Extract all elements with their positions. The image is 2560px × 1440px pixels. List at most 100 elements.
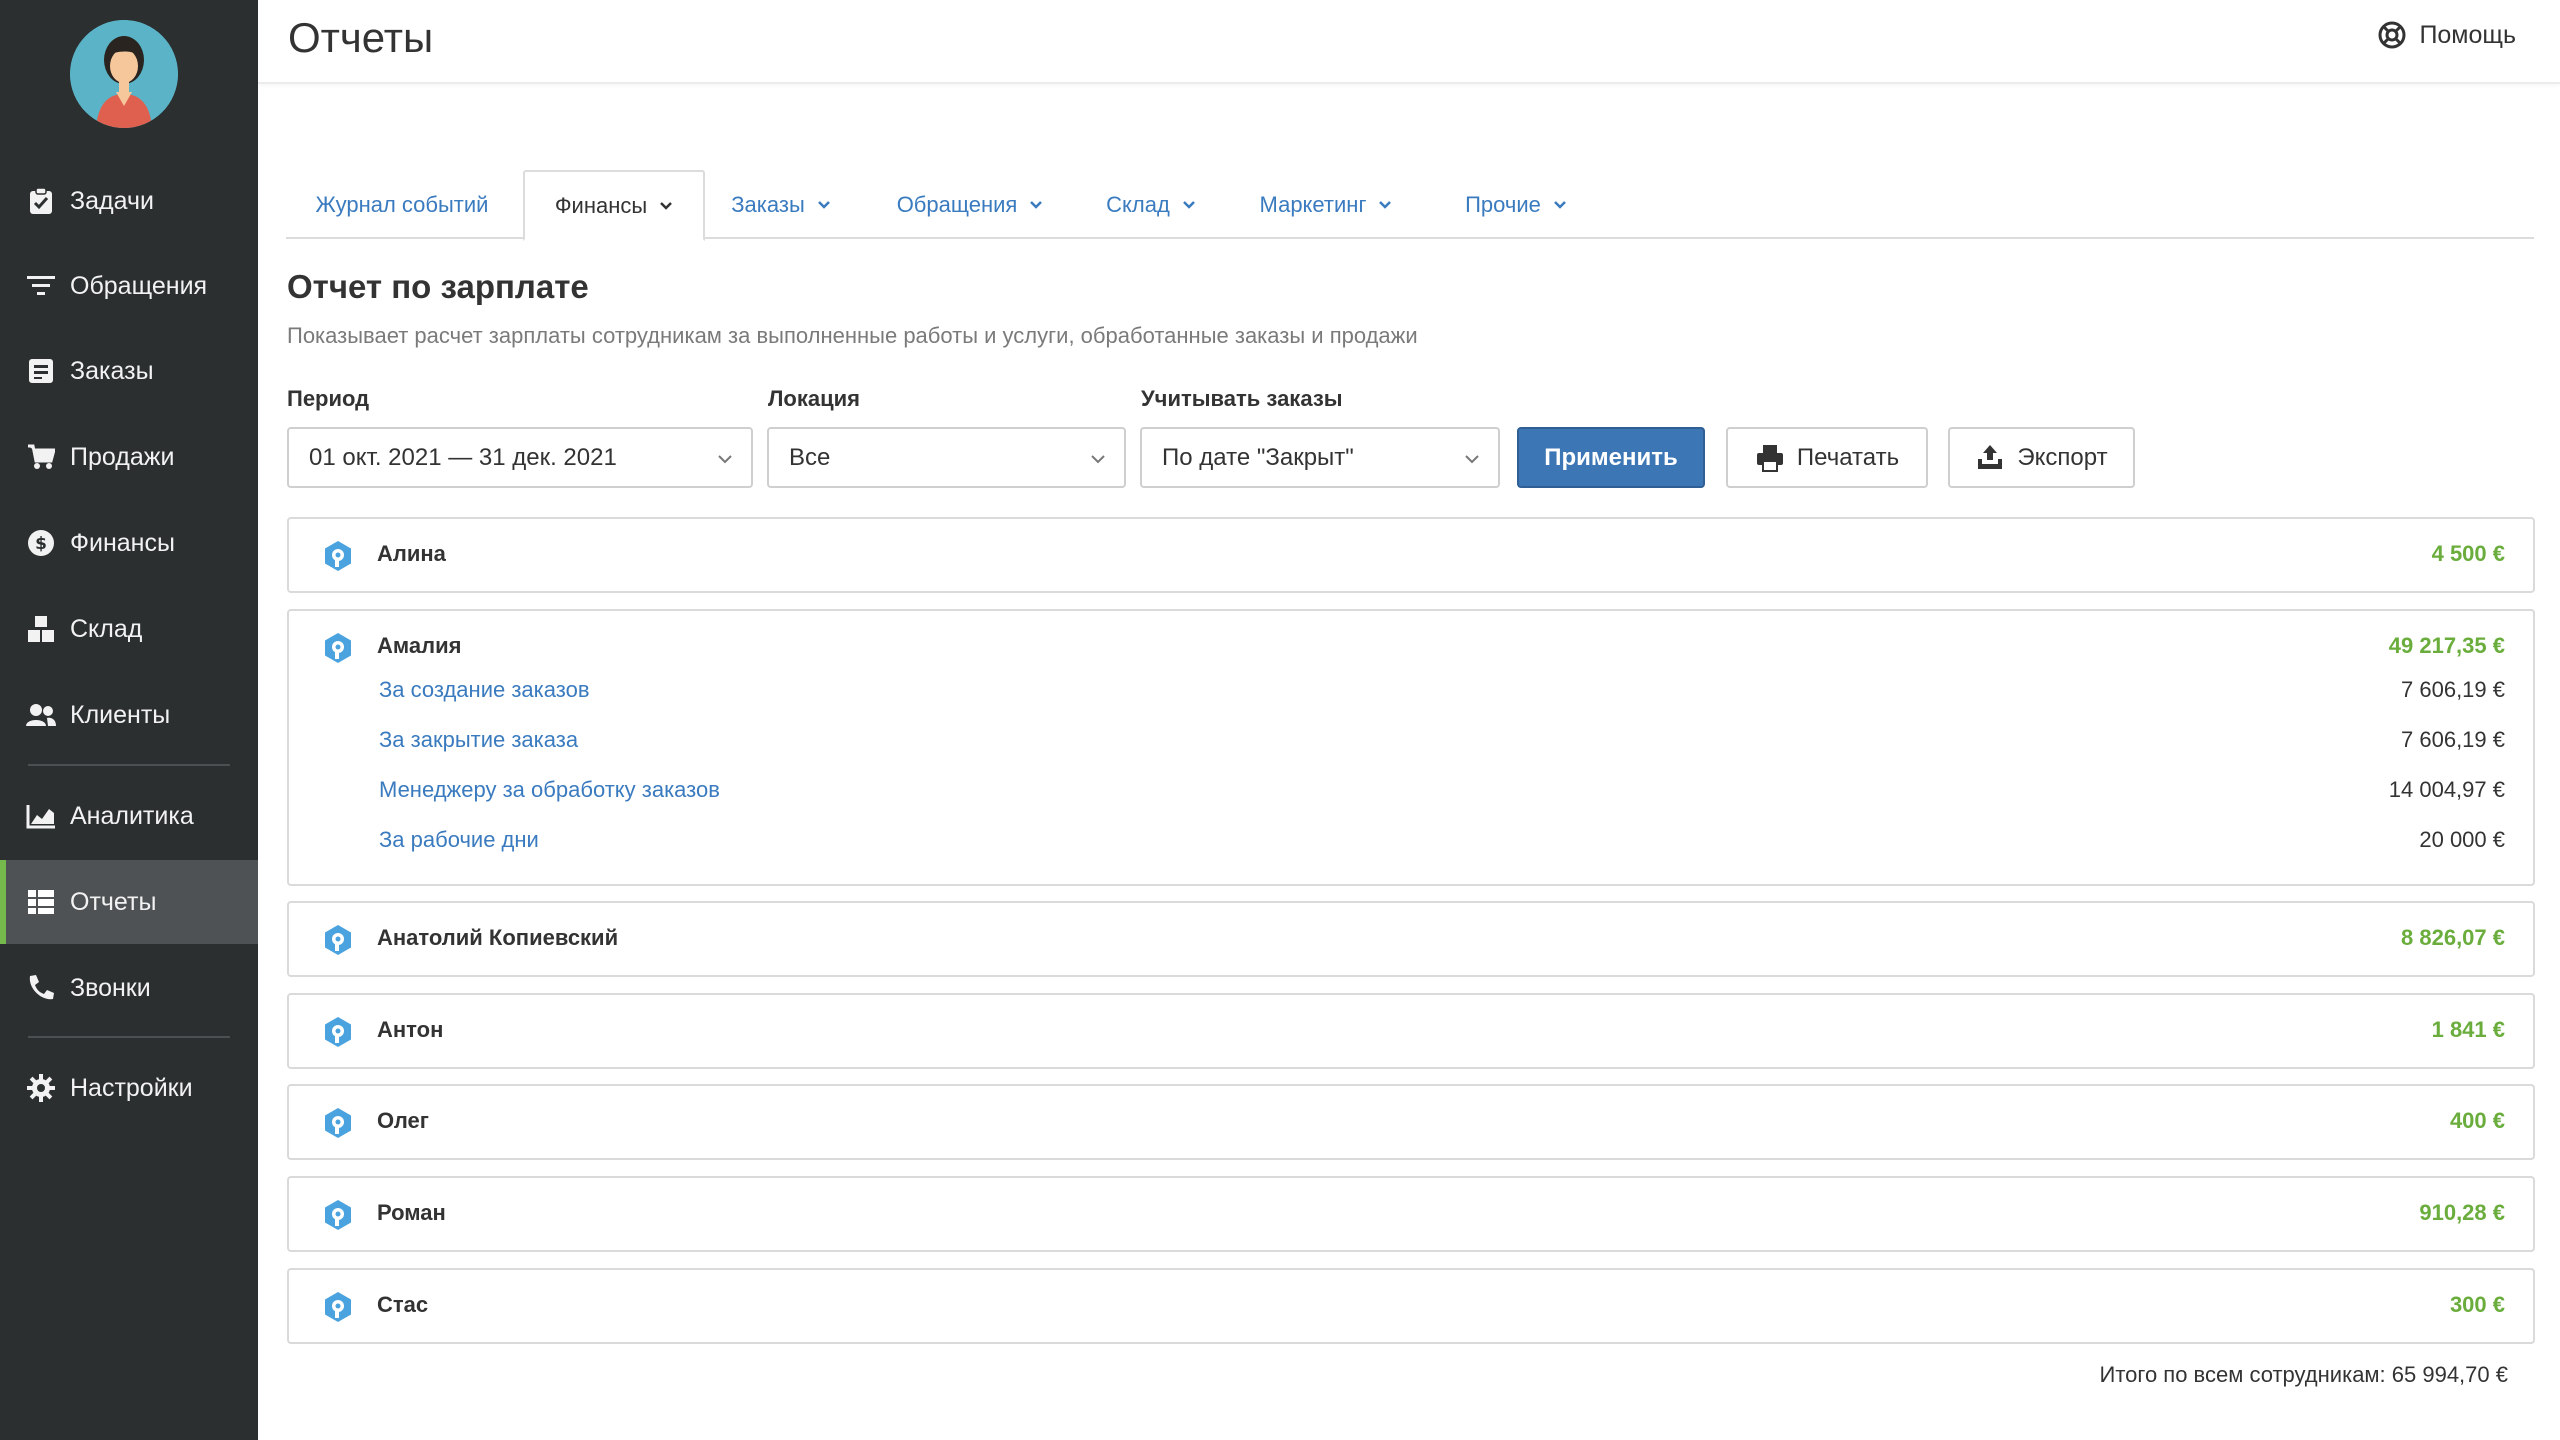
tab-warehouse[interactable]: Склад	[1094, 170, 1208, 239]
sidebar-item-orders[interactable]: Заказы	[0, 329, 258, 413]
chevron-down-icon	[817, 200, 830, 209]
company-logo-icon	[325, 1108, 351, 1138]
location-select[interactable]: Все	[767, 427, 1126, 488]
employee-name[interactable]: Анатолий Копиевский	[377, 925, 618, 951]
employee-row[interactable]: Стас 300 €	[287, 1268, 2535, 1344]
employee-header: Стас 300 €	[289, 1270, 2533, 1342]
employee-name[interactable]: Антон	[377, 1017, 443, 1043]
company-logo-icon	[325, 633, 351, 663]
employee-total: 49 217,35 €	[2388, 633, 2505, 658]
sidebar-item-label: Продажи	[70, 442, 175, 471]
salary-item-link[interactable]: За закрытие заказа	[379, 727, 578, 753]
help-button[interactable]: Помощь	[2377, 20, 2516, 50]
tab-label: Обращения	[896, 191, 1018, 217]
nav-divider	[28, 764, 230, 766]
lifebuoy-icon	[2377, 20, 2407, 50]
nav-divider	[28, 1036, 230, 1038]
tab-other[interactable]: Прочие	[1446, 170, 1586, 239]
report-title: Отчет по зарплате	[287, 268, 589, 305]
sidebar-item-reports[interactable]: Отчеты	[0, 860, 258, 944]
orders-icon	[26, 356, 56, 386]
tab-requests[interactable]: Обращения	[876, 170, 1064, 239]
tab-label: Журнал событий	[315, 191, 489, 217]
orders-filter-select[interactable]: По дате "Закрыт"	[1140, 427, 1500, 488]
company-logo-icon	[325, 1017, 351, 1047]
orders-filter-value: По дате "Закрыт"	[1162, 443, 1354, 471]
employee-row[interactable]: Алина 4 500 €	[287, 517, 2535, 593]
sidebar-item-finance[interactable]: $ Финансы	[0, 501, 258, 585]
location-label: Локация	[768, 386, 861, 411]
dollar-icon: $	[26, 528, 56, 558]
employee-name[interactable]: Стас	[377, 1292, 428, 1318]
sidebar-item-sales[interactable]: Продажи	[0, 415, 258, 499]
employee-row[interactable]: Олег 400 €	[287, 1084, 2535, 1160]
employee-row[interactable]: Анатолий Копиевский 8 826,07 €	[287, 901, 2535, 977]
avatar[interactable]	[70, 20, 178, 128]
salary-item-value: 14 004,97 €	[2388, 777, 2505, 802]
apply-button[interactable]: Применить	[1517, 427, 1705, 488]
salary-item-link[interactable]: Менеджеру за обработку заказов	[379, 777, 720, 803]
salary-item: Менеджеру за обработку заказов 14 004,97…	[289, 767, 2533, 817]
users-icon	[26, 700, 56, 730]
period-select[interactable]: 01 окт. 2021 — 31 дек. 2021	[287, 427, 753, 488]
top-header: Отчеты Помощь	[258, 0, 2560, 84]
employee-total: 910,28 €	[2419, 1200, 2505, 1225]
location-value: Все	[789, 443, 831, 471]
tab-marketing[interactable]: Маркетинг	[1236, 170, 1416, 239]
sidebar-item-label: Отчеты	[70, 887, 157, 916]
sidebar-item-label: Аналитика	[70, 801, 194, 830]
salary-item-link[interactable]: За создание заказов	[379, 677, 590, 703]
employee-row[interactable]: Антон 1 841 €	[287, 993, 2535, 1069]
help-label: Помощь	[2419, 20, 2516, 49]
employee-total: 8 826,07 €	[2401, 925, 2505, 950]
employee-total: 1 841 €	[2431, 1017, 2505, 1042]
tab-label: Склад	[1106, 191, 1170, 217]
chart-area-icon	[26, 801, 56, 831]
employee-row-expanded[interactable]: Амалия 49 217,35 € За создание заказов 7…	[287, 609, 2535, 886]
printer-icon	[1755, 443, 1785, 473]
chevron-down-icon	[1554, 200, 1566, 209]
print-label: Печатать	[1796, 443, 1900, 471]
company-logo-icon	[325, 1292, 351, 1322]
sidebar-item-calls[interactable]: Звонки	[0, 946, 258, 1030]
tab-finance[interactable]: Финансы	[523, 170, 705, 241]
salary-item-value: 20 000 €	[2419, 827, 2505, 852]
employee-name[interactable]: Алина	[377, 541, 446, 567]
upload-tray-icon	[1975, 443, 2005, 473]
employee-name[interactable]: Амалия	[377, 633, 461, 659]
company-logo-icon	[325, 1200, 351, 1230]
user-avatar-icon	[70, 20, 178, 128]
employee-name[interactable]: Роман	[377, 1200, 446, 1226]
employee-header: Антон 1 841 €	[289, 995, 2533, 1067]
employee-total: 4 500 €	[2431, 541, 2505, 566]
employee-name[interactable]: Олег	[377, 1108, 429, 1134]
tab-event-log[interactable]: Журнал событий	[286, 170, 518, 239]
sidebar-item-label: Склад	[70, 614, 143, 643]
employee-header: Алина 4 500 €	[289, 519, 2533, 591]
employee-header: Олег 400 €	[289, 1086, 2533, 1158]
salary-item-value: 7 606,19 €	[2401, 727, 2505, 752]
sidebar-item-warehouse[interactable]: Склад	[0, 587, 258, 671]
svg-text:$: $	[35, 534, 47, 554]
chevron-down-icon	[1030, 200, 1043, 209]
clipboard-check-icon	[26, 186, 56, 216]
page-title: Отчеты	[288, 14, 434, 61]
employee-row[interactable]: Роман 910,28 €	[287, 1176, 2535, 1252]
tab-label: Прочие	[1465, 191, 1541, 217]
sidebar-item-tasks[interactable]: Задачи	[0, 159, 258, 243]
salary-item: За рабочие дни 20 000 €	[289, 817, 2533, 867]
sidebar: Задачи Обращения Заказы Продажи $ Финанс…	[0, 0, 258, 1440]
sidebar-item-clients[interactable]: Клиенты	[0, 673, 258, 757]
print-button[interactable]: Печатать	[1726, 427, 1928, 488]
sidebar-item-settings[interactable]: Настройки	[0, 1046, 258, 1130]
salary-item-link[interactable]: За рабочие дни	[379, 827, 539, 853]
chevron-down-icon	[660, 201, 673, 210]
tab-orders[interactable]: Заказы	[716, 170, 846, 239]
sidebar-item-label: Задачи	[70, 186, 154, 215]
sidebar-item-requests[interactable]: Обращения	[0, 244, 258, 328]
export-button[interactable]: Экспорт	[1948, 427, 2135, 488]
sidebar-item-analytics[interactable]: Аналитика	[0, 774, 258, 858]
tab-label: Заказы	[731, 191, 805, 217]
orders-filter-label: Учитывать заказы	[1141, 386, 1343, 411]
company-logo-icon	[325, 925, 351, 955]
